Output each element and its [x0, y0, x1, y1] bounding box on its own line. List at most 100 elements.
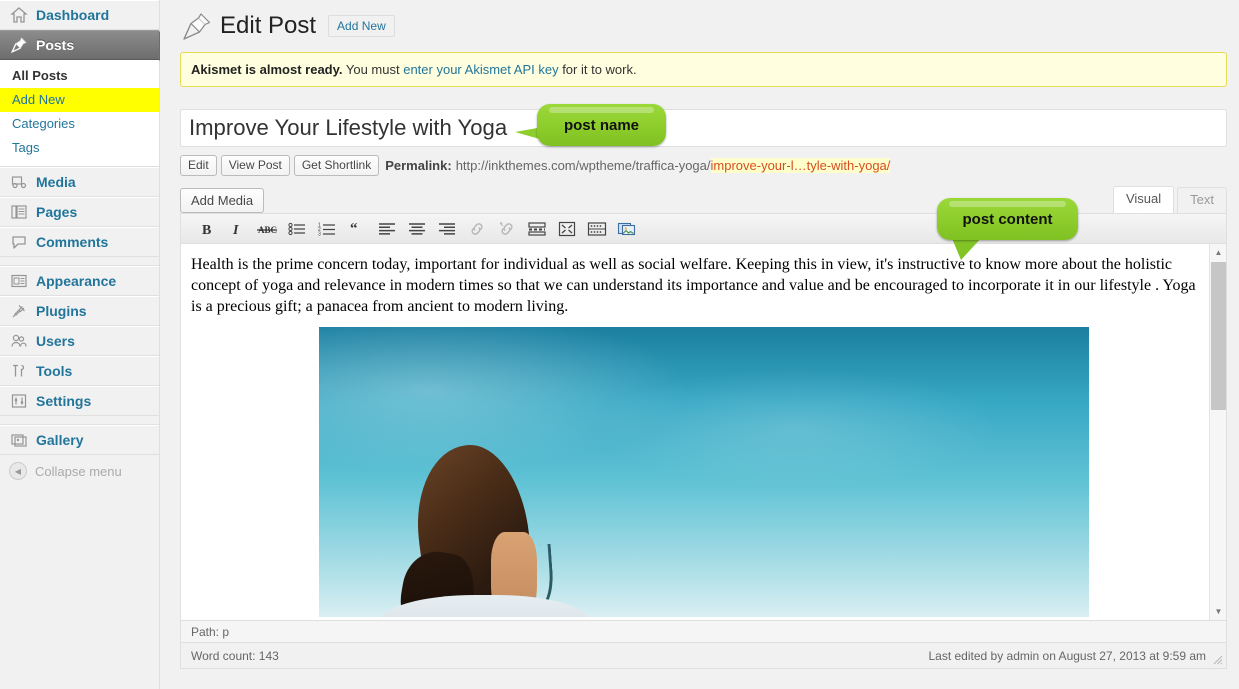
sidebar-item-plugins[interactable]: Plugins	[0, 296, 159, 326]
bullet-list-icon[interactable]	[283, 218, 310, 240]
appearance-icon	[9, 271, 29, 291]
post-title-input[interactable]	[180, 109, 1227, 147]
editor-body[interactable]: Health is the prime concern today, impor…	[181, 244, 1226, 620]
strikethrough-icon[interactable]: ABC	[253, 218, 280, 240]
sidebar-item-label: Tools	[36, 363, 73, 379]
submenu-label: All Posts	[12, 68, 68, 83]
word-count-label: Word count: 143	[191, 648, 279, 663]
page-header: Edit Post Add New	[160, 0, 1239, 52]
notice-bold-text: Akismet is almost ready.	[191, 62, 343, 77]
sidebar-item-label: Gallery	[36, 432, 84, 448]
callout-label: post name	[563, 116, 639, 134]
collapse-menu-button[interactable]: ◀ Collapse menu	[0, 455, 159, 487]
callout-post-content: post content	[937, 198, 1078, 240]
submenu-item-all-posts[interactable]: All Posts	[0, 64, 159, 88]
insert-gallery-icon[interactable]	[613, 218, 640, 240]
comments-icon	[9, 232, 29, 252]
svg-text:“: “	[350, 222, 358, 236]
fullscreen-icon[interactable]	[553, 218, 580, 240]
editor-content[interactable]: Health is the prime concern today, impor…	[181, 244, 1226, 617]
submenu-item-tags[interactable]: Tags	[0, 136, 159, 160]
sidebar-item-label: Comments	[36, 234, 109, 250]
add-media-button[interactable]: Add Media	[180, 188, 265, 213]
tab-text[interactable]: Text	[1177, 187, 1227, 213]
kitchen-sink-icon[interactable]	[583, 218, 610, 240]
post-paragraph: Health is the prime concern today, impor…	[191, 256, 1196, 315]
align-center-icon[interactable]	[403, 218, 430, 240]
settings-icon	[9, 391, 29, 411]
sidebar-item-label: Pages	[36, 204, 78, 220]
blockquote-icon[interactable]: “	[343, 218, 370, 240]
view-post-button[interactable]: View Post	[220, 154, 290, 176]
align-left-icon[interactable]	[373, 218, 400, 240]
pin-icon	[9, 35, 29, 55]
submenu-label: Add New	[12, 92, 65, 107]
permalink-label: Permalink:	[385, 157, 452, 173]
pin-icon	[180, 9, 214, 43]
sidebar-divider-2	[0, 416, 159, 425]
sidebar-item-posts[interactable]: Posts	[0, 30, 173, 61]
page-title: Edit Post	[220, 12, 317, 39]
unlink-icon[interactable]	[493, 218, 520, 240]
permalink-row: Edit View Post Get Shortlink Permalink: …	[180, 154, 1227, 176]
sidebar-item-users[interactable]: Users	[0, 326, 159, 356]
italic-icon[interactable]: I	[223, 218, 250, 240]
sidebar-item-media[interactable]: Media	[0, 167, 159, 197]
link-icon[interactable]	[463, 218, 490, 240]
callout-label: post content	[962, 210, 1053, 228]
dashboard-icon	[9, 5, 29, 25]
numbered-list-icon[interactable]: 123	[313, 218, 340, 240]
scroll-down-arrow-icon[interactable]: ▼	[1210, 603, 1226, 620]
submenu-item-categories[interactable]: Categories	[0, 112, 159, 136]
last-edited-label: Last edited by admin on August 27, 2013 …	[928, 648, 1206, 663]
svg-text:I: I	[232, 223, 239, 237]
akismet-api-key-link[interactable]: enter your Akismet API key	[403, 62, 558, 77]
scroll-up-arrow-icon[interactable]: ▲	[1210, 244, 1226, 261]
plugins-icon	[9, 301, 29, 321]
submenu-label: Tags	[12, 140, 40, 155]
post-image	[319, 327, 1089, 617]
editor-wordcount-bar: Word count: 143 Last edited by admin on …	[180, 643, 1227, 669]
align-right-icon[interactable]	[433, 218, 460, 240]
wordpress-admin-screen: Dashboard Posts All Posts Add New Catego…	[0, 0, 1239, 689]
notice-text-before: You must	[342, 62, 404, 77]
sidebar-item-tools[interactable]: Tools	[0, 356, 159, 386]
svg-text:3: 3	[318, 231, 321, 236]
editor-mode-tabs: Visual Text	[1110, 186, 1227, 213]
akismet-notice: Akismet is almost ready. You must enter …	[180, 52, 1227, 87]
svg-text:B: B	[202, 223, 211, 237]
permalink-slug[interactable]: improve-your-l…tyle-with-yoga/	[710, 157, 891, 173]
tab-visual[interactable]: Visual	[1112, 186, 1175, 213]
scrollbar-thumb[interactable]	[1211, 262, 1226, 410]
sidebar-item-label: Appearance	[36, 273, 117, 289]
editor-statusbar: Path: p	[181, 620, 1226, 642]
resize-grip-icon[interactable]	[1212, 654, 1223, 665]
users-icon	[9, 331, 29, 351]
main-content: Edit Post Add New Akismet is almost read…	[160, 0, 1239, 689]
media-icon	[9, 172, 29, 192]
edit-slug-button[interactable]: Edit	[180, 154, 217, 176]
permalink-base[interactable]: http://inkthemes.com/wptheme/traffica-yo…	[456, 158, 711, 173]
posts-submenu: All Posts Add New Categories Tags	[0, 60, 159, 167]
insert-more-icon[interactable]	[523, 218, 550, 240]
add-new-button[interactable]: Add New	[328, 15, 395, 37]
admin-sidebar: Dashboard Posts All Posts Add New Catego…	[0, 0, 173, 689]
sidebar-item-dashboard[interactable]: Dashboard	[0, 0, 159, 30]
sidebar-item-comments[interactable]: Comments	[0, 227, 159, 257]
sidebar-item-label: Posts	[36, 37, 75, 53]
collapse-arrow-icon: ◀	[9, 462, 27, 480]
submenu-label: Categories	[12, 116, 75, 131]
gallery-icon	[9, 430, 29, 450]
sidebar-item-label: Settings	[36, 393, 92, 409]
collapse-menu-label: Collapse menu	[35, 463, 122, 479]
get-shortlink-button[interactable]: Get Shortlink	[293, 154, 380, 176]
sidebar-item-gallery[interactable]: Gallery	[0, 425, 159, 455]
submenu-item-add-new[interactable]: Add New	[0, 88, 159, 112]
sidebar-item-appearance[interactable]: Appearance	[0, 266, 159, 296]
sidebar-item-settings[interactable]: Settings	[0, 386, 159, 416]
editor-scrollbar[interactable]: ▲ ▼	[1209, 244, 1226, 620]
sidebar-item-pages[interactable]: Pages	[0, 197, 159, 227]
bold-icon[interactable]: B	[193, 218, 220, 240]
sidebar-divider	[0, 257, 159, 266]
editor-container: B I ABC 123 “ Health is the prime concer…	[180, 213, 1227, 643]
